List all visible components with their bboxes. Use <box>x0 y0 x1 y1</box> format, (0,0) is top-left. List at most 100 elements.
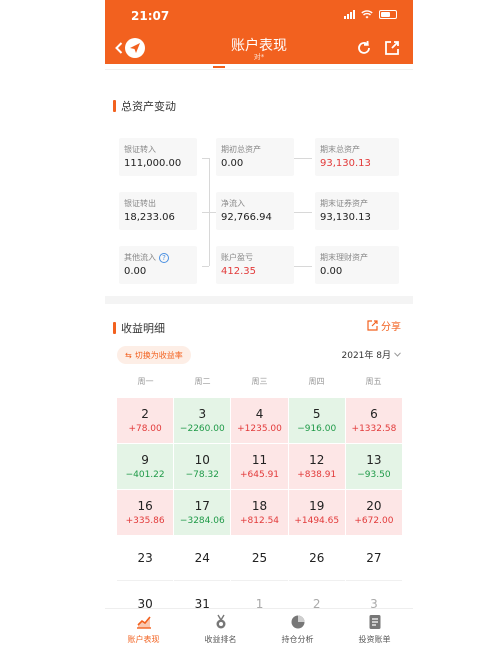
card-value: 93,130.13 <box>320 158 371 169</box>
calendar-day-cell[interactable]: 20 +672.00 <box>345 490 403 535</box>
asset-card-closing-total: 期末总资产 93,130.13 <box>315 138 399 176</box>
weekday-header: 周一 周二 周三 周四 周五 <box>117 376 402 390</box>
help-icon[interactable]: ? <box>159 253 169 263</box>
calendar-day-cell[interactable]: 11 +645.91 <box>231 444 288 489</box>
phone-screen: 21:07 账户表现 对* 总资产变动 银证转入 111,000.00 银证转出… <box>105 0 413 650</box>
calendar-day-amount: −2260.00 <box>179 424 225 434</box>
calendar-day-cell[interactable]: 9 −401.22 <box>117 444 174 489</box>
card-value: 92,766.94 <box>221 212 272 223</box>
calendar-day-number: 18 <box>251 499 268 513</box>
status-time: 21:07 <box>131 9 170 23</box>
calendar-day-cell[interactable]: 23 <box>117 536 174 581</box>
income-calendar: 2 +78.00 3 −2260.00 4 +1235.00 5 −916.00 6 +1332.… <box>117 398 403 628</box>
weekday-label: 周四 <box>308 377 325 386</box>
tab-label: 持仓分析 <box>281 635 314 644</box>
calendar-week-row: 2 +78.00 3 −2260.00 4 +1235.00 5 −916.00 6 +1332.… <box>117 398 403 443</box>
calendar-day-cell[interactable]: 3 −2260.00 <box>174 398 231 443</box>
share-out-icon[interactable] <box>383 39 401 57</box>
calendar-day-amount: +645.91 <box>239 470 280 480</box>
calendar-day-amount: +335.86 <box>125 516 165 526</box>
connector-line <box>294 212 312 213</box>
section-divider <box>105 296 413 304</box>
calendar-day-number: 25 <box>251 551 268 565</box>
calendar-day-cell[interactable]: 10 −78.32 <box>174 444 231 489</box>
calendar-day-amount: −916.00 <box>297 424 337 434</box>
calendar-day-amount: +1235.00 <box>237 424 282 434</box>
toggle-rate-button[interactable]: ⇆ 切换为收益率 <box>117 346 191 364</box>
calendar-day-number: 4 <box>255 407 264 421</box>
calendar-day-cell[interactable]: 19 +1494.65 <box>288 490 345 535</box>
connector-line <box>202 266 209 267</box>
card-label: 银证转入 <box>124 145 156 154</box>
weekday-label: 周五 <box>365 377 382 386</box>
connector-line <box>209 212 216 213</box>
calendar-day-number: 13 <box>366 453 382 467</box>
calendar-day-number: 24 <box>194 551 210 565</box>
calendar-day-amount: +1494.65 <box>294 516 340 526</box>
calendar-day-cell[interactable]: 18 +812.54 <box>231 490 288 535</box>
calendar-day-number: 19 <box>309 499 325 513</box>
weekday-label: 周一 <box>137 377 154 386</box>
chevron-down-icon <box>394 352 401 357</box>
toggle-label: 切换为收益率 <box>134 350 183 360</box>
calendar-day-cell[interactable]: 4 +1235.00 <box>231 398 288 443</box>
calendar-day-amount: −3284.06 <box>179 516 225 526</box>
calendar-day-cell[interactable]: 26 <box>288 536 345 581</box>
signal-icon <box>344 10 355 19</box>
card-label-row: 其他流入? <box>124 252 169 263</box>
card-value: 111,000.00 <box>124 158 182 169</box>
active-tab-indicator <box>213 66 225 68</box>
calendar-day-cell[interactable]: 6 +1332.58 <box>345 398 403 443</box>
battery-icon <box>379 10 397 19</box>
calendar-day-cell[interactable]: 25 <box>231 536 288 581</box>
calendar-day-number: 2 <box>141 407 149 421</box>
card-value: 0.00 <box>320 266 343 277</box>
calendar-day-number: 10 <box>194 453 210 467</box>
card-label: 期末证券资产 <box>320 199 368 208</box>
tab-account-performance[interactable]: 账户表现 <box>105 609 182 650</box>
asset-card-transfer-in: 银证转入 111,000.00 <box>119 138 197 176</box>
card-label: 净流入 <box>221 199 245 208</box>
calendar-day-cell[interactable]: 27 <box>345 536 403 581</box>
calendar-day-cell[interactable]: 16 +335.86 <box>117 490 174 535</box>
calendar-day-cell[interactable]: 2 +78.00 <box>117 398 174 443</box>
card-value: 412.35 <box>221 266 256 277</box>
calendar-day-amount: −401.22 <box>125 470 165 480</box>
card-value: 93,130.13 <box>320 212 371 223</box>
card-label: 期初总资产 <box>221 145 261 154</box>
calendar-day-number: 17 <box>194 499 210 513</box>
calendar-week-row: 23 24 25 26 27 <box>117 536 403 581</box>
medal-icon <box>216 614 225 629</box>
calendar-day-cell[interactable]: 5 −916.00 <box>288 398 345 443</box>
share-button[interactable]: 分享 <box>367 318 401 333</box>
tab-label: 投资账单 <box>358 635 391 644</box>
calendar-day-cell[interactable]: 12 +838.91 <box>288 444 345 489</box>
refresh-icon[interactable] <box>355 39 373 57</box>
title-accent-bar <box>113 100 116 112</box>
tab-investment-bill[interactable]: 投资账单 <box>336 609 413 650</box>
month-label: 2021年 8月 <box>341 351 392 361</box>
bill-icon <box>369 615 380 629</box>
income-section-title: 收益明细 <box>113 320 165 336</box>
tab-income-ranking[interactable]: 收益排名 <box>182 609 259 650</box>
calendar-day-number: 6 <box>370 407 378 421</box>
asset-card-other-inflow: 其他流入? 0.00 <box>119 246 197 284</box>
share-label: 分享 <box>381 322 401 333</box>
calendar-day-number: 12 <box>309 453 325 467</box>
pie-chart-icon <box>291 615 304 629</box>
calendar-day-amount: +672.00 <box>354 516 394 526</box>
tab-holdings-analysis[interactable]: 持仓分析 <box>259 609 336 650</box>
calendar-day-number: 5 <box>312 407 321 421</box>
income-section-title-text: 收益明细 <box>121 322 165 335</box>
tab-label: 收益排名 <box>204 635 237 644</box>
calendar-day-cell[interactable]: 24 <box>174 536 231 581</box>
bottom-tab-bar: 账户表现 收益排名 持仓分析 投资账单 <box>105 608 413 650</box>
asset-card-opening-total: 期初总资产 0.00 <box>216 138 294 176</box>
asset-card-transfer-out: 银证转出 18,233.06 <box>119 192 197 230</box>
header: 21:07 账户表现 对* <box>105 0 413 64</box>
month-picker[interactable]: 2021年 8月 <box>342 348 402 361</box>
calendar-day-cell[interactable]: 17 −3284.06 <box>174 490 231 535</box>
calendar-day-number: 27 <box>366 551 382 565</box>
calendar-day-cell[interactable]: 13 −93.50 <box>345 444 403 489</box>
calendar-week-row: 9 −401.22 10 −78.32 11 +645.91 12 +838.91 13 −93.… <box>117 444 403 489</box>
